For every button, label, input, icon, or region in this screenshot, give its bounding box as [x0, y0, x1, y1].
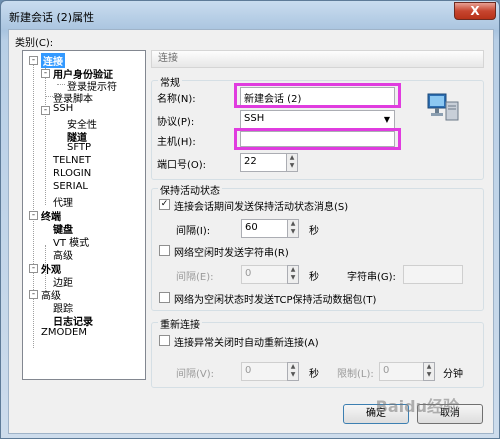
- interval2-label: 间隔(E):: [176, 272, 214, 283]
- protocol-select[interactable]: SSH ▼: [240, 110, 395, 129]
- tcp-keepalive-label[interactable]: 网络为空闲状态时发送TCP保持活动数据包(T): [174, 291, 376, 306]
- host-label: 主机(H):: [157, 137, 196, 148]
- spin-down-icon[interactable]: ▼: [288, 274, 298, 282]
- reconnect-interval-label: 间隔(V):: [176, 369, 215, 380]
- tree-item-terminal-advanced[interactable]: 高级: [53, 247, 73, 262]
- string-field[interactable]: [403, 265, 463, 284]
- reconnect-interval-unit: 秒: [309, 369, 319, 380]
- send-keepalive-label[interactable]: 连接会话期间发送保持活动状态消息(S): [174, 198, 348, 213]
- collapse-icon[interactable]: -: [29, 290, 38, 299]
- tree-line: [33, 65, 34, 348]
- send-keepalive-checkbox[interactable]: ✓: [159, 199, 170, 210]
- highlight-box: [234, 83, 401, 108]
- collapse-icon[interactable]: -: [41, 106, 50, 115]
- limit-field[interactable]: 0: [379, 362, 424, 381]
- collapse-icon[interactable]: -: [29, 264, 38, 273]
- reconnect-group-title: 重新连接: [158, 316, 202, 331]
- protocol-select-value: SSH: [244, 113, 265, 124]
- limit-unit: 分钟: [443, 369, 463, 380]
- interval-unit: 秒: [309, 226, 319, 237]
- category-tree[interactable]: - 连接 - 用户身份验证 登录提示符 登录脚本 - SSH 安全性 隧道 SF…: [22, 50, 146, 380]
- collapse-icon[interactable]: -: [41, 69, 50, 78]
- port-spinner[interactable]: ▲ ▼: [286, 153, 298, 172]
- interval2-spinner[interactable]: ▲ ▼: [287, 265, 299, 284]
- interval-spinner[interactable]: ▲ ▼: [287, 219, 299, 238]
- dialog-client-area: 类别(C): - 连接 - 用户身份验证 登录提示符 登录脚本 - SSH 安全…: [8, 29, 494, 434]
- limit-label: 限制(L):: [337, 369, 374, 380]
- spin-down-icon[interactable]: ▼: [287, 162, 297, 170]
- spin-up-icon[interactable]: ▲: [288, 363, 298, 371]
- general-group-title: 常规: [158, 74, 182, 89]
- tree-item-sftp[interactable]: SFTP: [67, 142, 91, 153]
- spin-up-icon[interactable]: ▲: [288, 266, 298, 274]
- interval2-unit: 秒: [309, 272, 319, 283]
- dropdown-arrow-icon: ▼: [383, 115, 390, 124]
- properties-dialog: 新建会话 (2)属性 X 类别(C): - 连接 - 用户身份验证 登录提示符 …: [0, 0, 500, 439]
- tcp-keepalive-checkbox[interactable]: [159, 292, 170, 303]
- interval2-field[interactable]: 0: [241, 265, 288, 284]
- collapse-icon[interactable]: -: [29, 211, 38, 220]
- port-label: 端口号(O):: [157, 160, 207, 171]
- spin-up-icon[interactable]: ▲: [287, 154, 297, 162]
- highlight-box: [234, 128, 401, 150]
- tree-item-serial[interactable]: SERIAL: [53, 181, 88, 192]
- category-label: 类别(C):: [15, 38, 54, 49]
- interval-field[interactable]: 60: [241, 219, 288, 238]
- tree-line: [57, 84, 65, 85]
- tree-item-rlogin[interactable]: RLOGIN: [53, 168, 91, 179]
- port-field[interactable]: 22: [240, 153, 287, 172]
- auto-reconnect-label[interactable]: 连接异常关闭时自动重新连接(A): [174, 334, 319, 349]
- spin-up-icon[interactable]: ▲: [424, 363, 434, 371]
- tree-line: [45, 67, 46, 205]
- spin-down-icon[interactable]: ▼: [288, 371, 298, 379]
- interval-label: 间隔(I):: [176, 226, 211, 237]
- collapse-icon[interactable]: -: [29, 56, 38, 65]
- tree-item-telnet[interactable]: TELNET: [53, 155, 91, 166]
- limit-spinner[interactable]: ▲ ▼: [423, 362, 435, 381]
- tree-item-zmodem[interactable]: ZMODEM: [41, 327, 87, 338]
- watermark: Baidu经验: [375, 397, 459, 416]
- auto-reconnect-checkbox[interactable]: [159, 335, 170, 346]
- keepalive-group-title: 保持活动状态: [158, 182, 222, 197]
- tree-item-proxy[interactable]: 代理: [53, 194, 73, 209]
- protocol-label: 协议(P):: [157, 117, 195, 128]
- tree-line: [45, 96, 53, 97]
- tree-item-logging[interactable]: 日志记录: [53, 313, 93, 328]
- name-label: 名称(N):: [157, 94, 196, 105]
- panel-header: 连接: [151, 50, 484, 68]
- title-bar[interactable]: 新建会话 (2)属性 X: [1, 1, 500, 29]
- spin-up-icon[interactable]: ▲: [288, 220, 298, 228]
- network-icon: [426, 90, 460, 125]
- send-string-label[interactable]: 网络空闲时发送字符串(R): [174, 244, 289, 259]
- window-title: 新建会话 (2)属性: [9, 11, 95, 24]
- reconnect-interval-field[interactable]: 0: [241, 362, 288, 381]
- string-label: 字符串(G):: [347, 272, 396, 283]
- send-string-checkbox[interactable]: [159, 245, 170, 256]
- tree-item-ssh[interactable]: SSH: [53, 103, 73, 114]
- spin-down-icon[interactable]: ▼: [288, 228, 298, 236]
- reconnect-interval-spinner[interactable]: ▲ ▼: [287, 362, 299, 381]
- close-button[interactable]: X: [454, 2, 496, 20]
- spin-down-icon[interactable]: ▼: [424, 371, 434, 379]
